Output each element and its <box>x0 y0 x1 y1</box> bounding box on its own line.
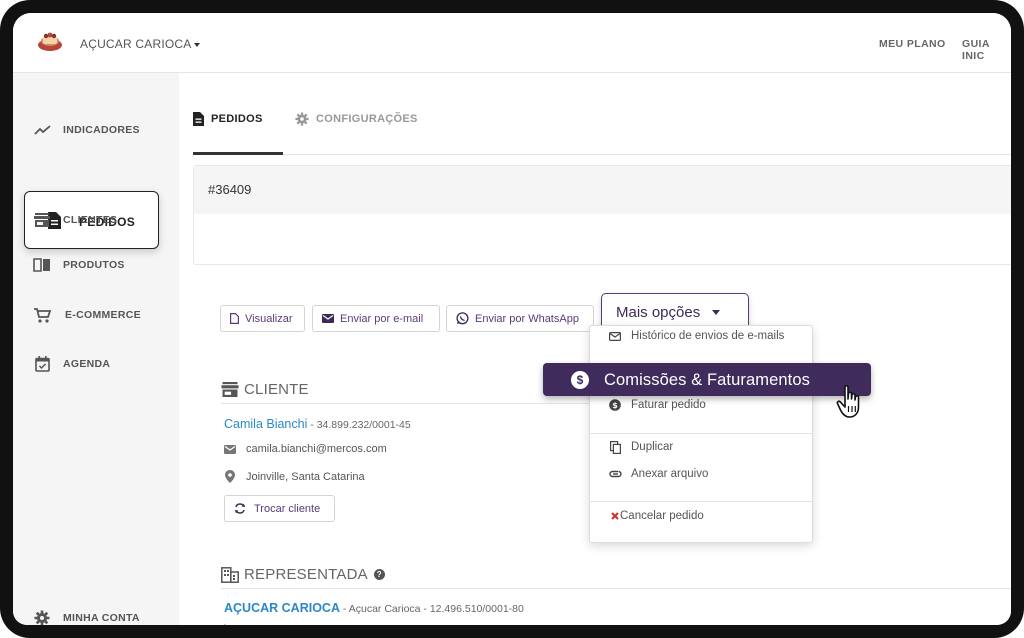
cart-icon <box>33 306 51 324</box>
file-icon <box>230 313 239 324</box>
sidebar-item-label: PRODUTOS <box>63 259 125 271</box>
representada-divider <box>221 588 1011 589</box>
sidebar-item-label: AGENDA <box>63 358 111 370</box>
dropdown-item-label: Anexar arquivo <box>631 468 709 480</box>
brand-name: AÇUCAR CARIOCA <box>80 37 192 51</box>
tab-configuracoes[interactable]: CONFIGURAÇÕES <box>295 112 418 155</box>
dropdown-divider <box>590 433 812 434</box>
client-name-link[interactable]: Camila Bianchi <box>224 417 307 431</box>
representada-details: - Açucar Carioca - 12.496.510/0001-80 <box>339 603 524 615</box>
meu-plano-link[interactable]: MEU PLANO <box>879 38 946 50</box>
dropdown-item-label: Comissões & Faturamentos <box>604 371 810 389</box>
cliente-divider <box>221 403 601 404</box>
representada-title-text: REPRESENTADA <box>244 566 368 583</box>
envelope-icon <box>224 444 236 454</box>
tab-label: CONFIGURAÇÕES <box>316 113 418 125</box>
order-panel: #36409 <box>193 165 1011 265</box>
client-email: camila.bianchi@mercos.com <box>246 443 387 455</box>
sidebar-item-indicadores[interactable]: INDICADORES <box>13 115 179 145</box>
sidebar-item-label: E-COMMERCE <box>65 309 141 321</box>
envelope-icon <box>322 314 334 323</box>
gear-icon <box>33 609 51 625</box>
cliente-title-text: CLIENTE <box>244 381 309 398</box>
store-icon <box>221 382 239 397</box>
dropdown-divider <box>590 501 812 502</box>
building-icon <box>221 566 239 583</box>
order-header: #36409 <box>194 166 1011 214</box>
document-icon <box>193 112 204 126</box>
tab-bar: PEDIDOS CONFIGURAÇÕES <box>193 95 1011 155</box>
svg-text:$: $ <box>612 401 618 410</box>
dropdown-item-label: Duplicar <box>631 441 674 453</box>
enviar-email-button[interactable]: Enviar por e-mail <box>312 305 440 332</box>
chevron-down-icon <box>194 42 201 47</box>
enviar-whatsapp-button[interactable]: Enviar por WhatsApp <box>446 305 594 332</box>
client-email-line: camila.bianchi@mercos.com <box>224 443 387 455</box>
sidebar-item-label: INDICADORES <box>63 124 140 136</box>
sidebar-item-label: CLIENTES <box>63 214 118 226</box>
brand-logo-icon[interactable] <box>37 31 63 53</box>
top-bar: AÇUCAR CARIOCA MEU PLANO GUIA INIC <box>13 13 1011 73</box>
help-icon[interactable]: ? <box>373 569 385 580</box>
order-number: #36409 <box>208 182 252 197</box>
dollar-icon: $ <box>571 371 589 389</box>
dropdown-item-label: Faturar pedido <box>631 399 706 411</box>
visualizar-label: Visualizar <box>245 312 293 325</box>
trending-up-icon <box>33 121 51 139</box>
guia-inicial-link[interactable]: GUIA INIC <box>962 38 1011 62</box>
phone-value: 47 <box>242 624 254 625</box>
hand-pointer-cursor-icon <box>836 385 860 418</box>
sidebar-item-minha-conta[interactable]: MINHA CONTA <box>13 603 179 625</box>
map-pin-icon <box>225 470 235 483</box>
tab-pedidos[interactable]: PEDIDOS <box>193 112 283 155</box>
dropdown-item-label: Cancelar pedido <box>620 510 704 522</box>
mais-opcoes-label: Mais opções <box>616 304 701 321</box>
copy-icon <box>608 440 622 454</box>
representada-name-line: AÇUCAR CARIOCA - Açucar Carioca - 12.496… <box>224 601 524 615</box>
client-location: Joinville, Santa Catarina <box>246 470 365 483</box>
dollar-icon: $ <box>608 398 622 412</box>
calendar-check-icon <box>33 355 51 373</box>
mais-opcoes-dropdown: Histórico de envios de e-mails $ Faturar… <box>589 325 813 543</box>
book-icon <box>33 256 51 274</box>
tab-label: PEDIDOS <box>211 113 263 125</box>
sidebar-item-clientes[interactable]: CLIENTES <box>13 205 179 235</box>
dropdown-item-comissoes-faturamentos[interactable]: $ Comissões & Faturamentos <box>543 363 871 396</box>
enviar-whatsapp-label: Enviar por WhatsApp <box>475 312 579 325</box>
gear-icon <box>295 112 309 126</box>
store-icon <box>33 211 51 229</box>
sidebar-item-produtos[interactable]: PRODUTOS <box>13 250 179 280</box>
app-screen: AÇUCAR CARIOCA MEU PLANO GUIA INIC INDIC… <box>13 13 1011 625</box>
paperclip-icon <box>608 467 622 481</box>
sidebar: INDICADORES PEDIDOS CLIENTES PRODUTOS E- <box>13 73 179 625</box>
device-frame: AÇUCAR CARIOCA MEU PLANO GUIA INIC INDIC… <box>0 0 1024 638</box>
sidebar-item-label: MINHA CONTA <box>63 612 140 624</box>
client-name-line: Camila Bianchi - 34.899.232/0001-45 <box>224 417 411 431</box>
representada-section-title: REPRESENTADA ? <box>221 566 385 583</box>
brand-selector[interactable]: AÇUCAR CARIOCA <box>80 37 201 51</box>
representada-phone: 47 <box>224 624 254 625</box>
sidebar-item-agenda[interactable]: AGENDA <box>13 349 179 379</box>
caret-down-icon <box>712 310 721 315</box>
client-document: - 34.899.232/0001-45 <box>307 419 411 431</box>
sidebar-item-ecommerce[interactable]: E-COMMERCE <box>13 300 179 330</box>
client-location-line: Joinville, Santa Catarina <box>224 470 365 483</box>
trocar-cliente-button[interactable]: Trocar cliente <box>224 495 335 522</box>
representada-name-link[interactable]: AÇUCAR CARIOCA <box>224 601 340 615</box>
whatsapp-icon <box>456 312 469 325</box>
trocar-cliente-label: Trocar cliente <box>254 502 321 515</box>
envelope-icon <box>608 329 622 343</box>
visualizar-button[interactable]: Visualizar <box>220 305 305 332</box>
enviar-email-label: Enviar por e-mail <box>340 312 424 325</box>
refresh-icon <box>234 503 246 514</box>
dropdown-item-label: Histórico de envios de e-mails <box>631 330 785 342</box>
cliente-section-title: CLIENTE <box>221 381 309 398</box>
